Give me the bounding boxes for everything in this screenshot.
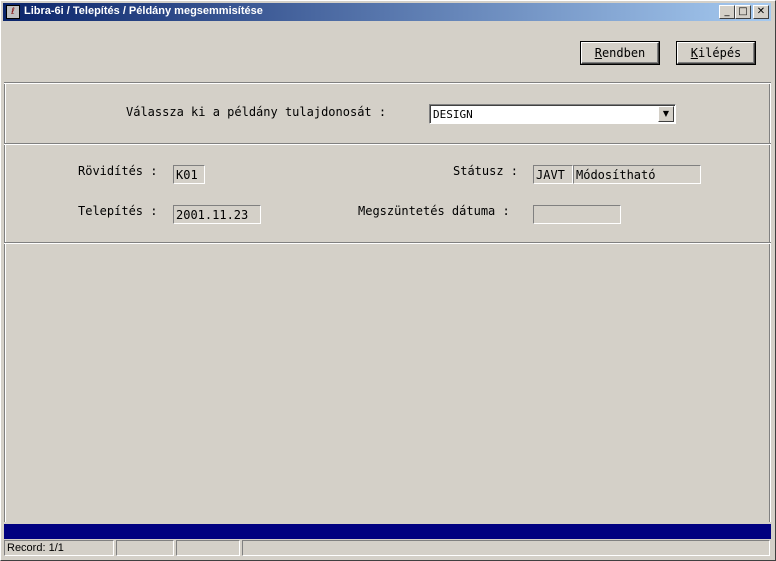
exit-mnemonic: K <box>690 46 698 60</box>
main-window <box>0 0 776 561</box>
minimize-button[interactable]: _ <box>719 5 735 19</box>
owner-select[interactable]: DESIGN ▼ <box>429 104 676 124</box>
libra-app-icon[interactable]: ℓ <box>6 5 20 19</box>
install-label: Telepítés : <box>78 204 158 218</box>
abbrev-field[interactable]: K01 <box>173 165 205 184</box>
title-bar[interactable]: ℓ Libra-6i / Telepítés / Példány megsemm… <box>3 3 771 21</box>
status-cell <box>176 540 240 556</box>
exit-button[interactable]: Kilépés <box>677 42 755 64</box>
status-code-field[interactable]: JAVT <box>533 165 573 184</box>
ok-label: endben <box>601 46 646 60</box>
progress-bar <box>4 524 771 539</box>
divider <box>4 143 771 145</box>
divider <box>4 242 771 244</box>
owner-select-value: DESIGN <box>433 108 473 121</box>
ok-mnemonic: R <box>594 46 602 60</box>
status-cell <box>242 540 770 556</box>
install-date-field[interactable]: 2001.11.23 <box>173 205 261 224</box>
close-button[interactable]: ✕ <box>753 5 769 19</box>
abbrev-label: Rövidítés : <box>78 164 158 178</box>
chevron-down-icon[interactable]: ▼ <box>658 106 674 122</box>
frame-right <box>769 84 771 522</box>
status-text-field[interactable]: Módosítható <box>573 165 701 184</box>
status-cell <box>116 540 174 556</box>
maximize-button[interactable]: □ <box>735 5 751 19</box>
exit-label: ilépés <box>697 46 742 60</box>
window-title: Libra-6i / Telepítés / Példány megsemmis… <box>24 5 263 17</box>
frame-left <box>4 84 6 522</box>
owner-label: Válassza ki a példány tulajdonosát : <box>126 105 387 119</box>
end-date-field[interactable] <box>533 205 621 224</box>
divider <box>4 82 771 84</box>
end-date-label: Megszüntetés dátuma : <box>358 204 510 218</box>
ok-button[interactable]: Rendben <box>581 42 659 64</box>
status-record: Record: 1/1 <box>4 540 114 556</box>
status-label: Státusz : <box>453 164 519 178</box>
